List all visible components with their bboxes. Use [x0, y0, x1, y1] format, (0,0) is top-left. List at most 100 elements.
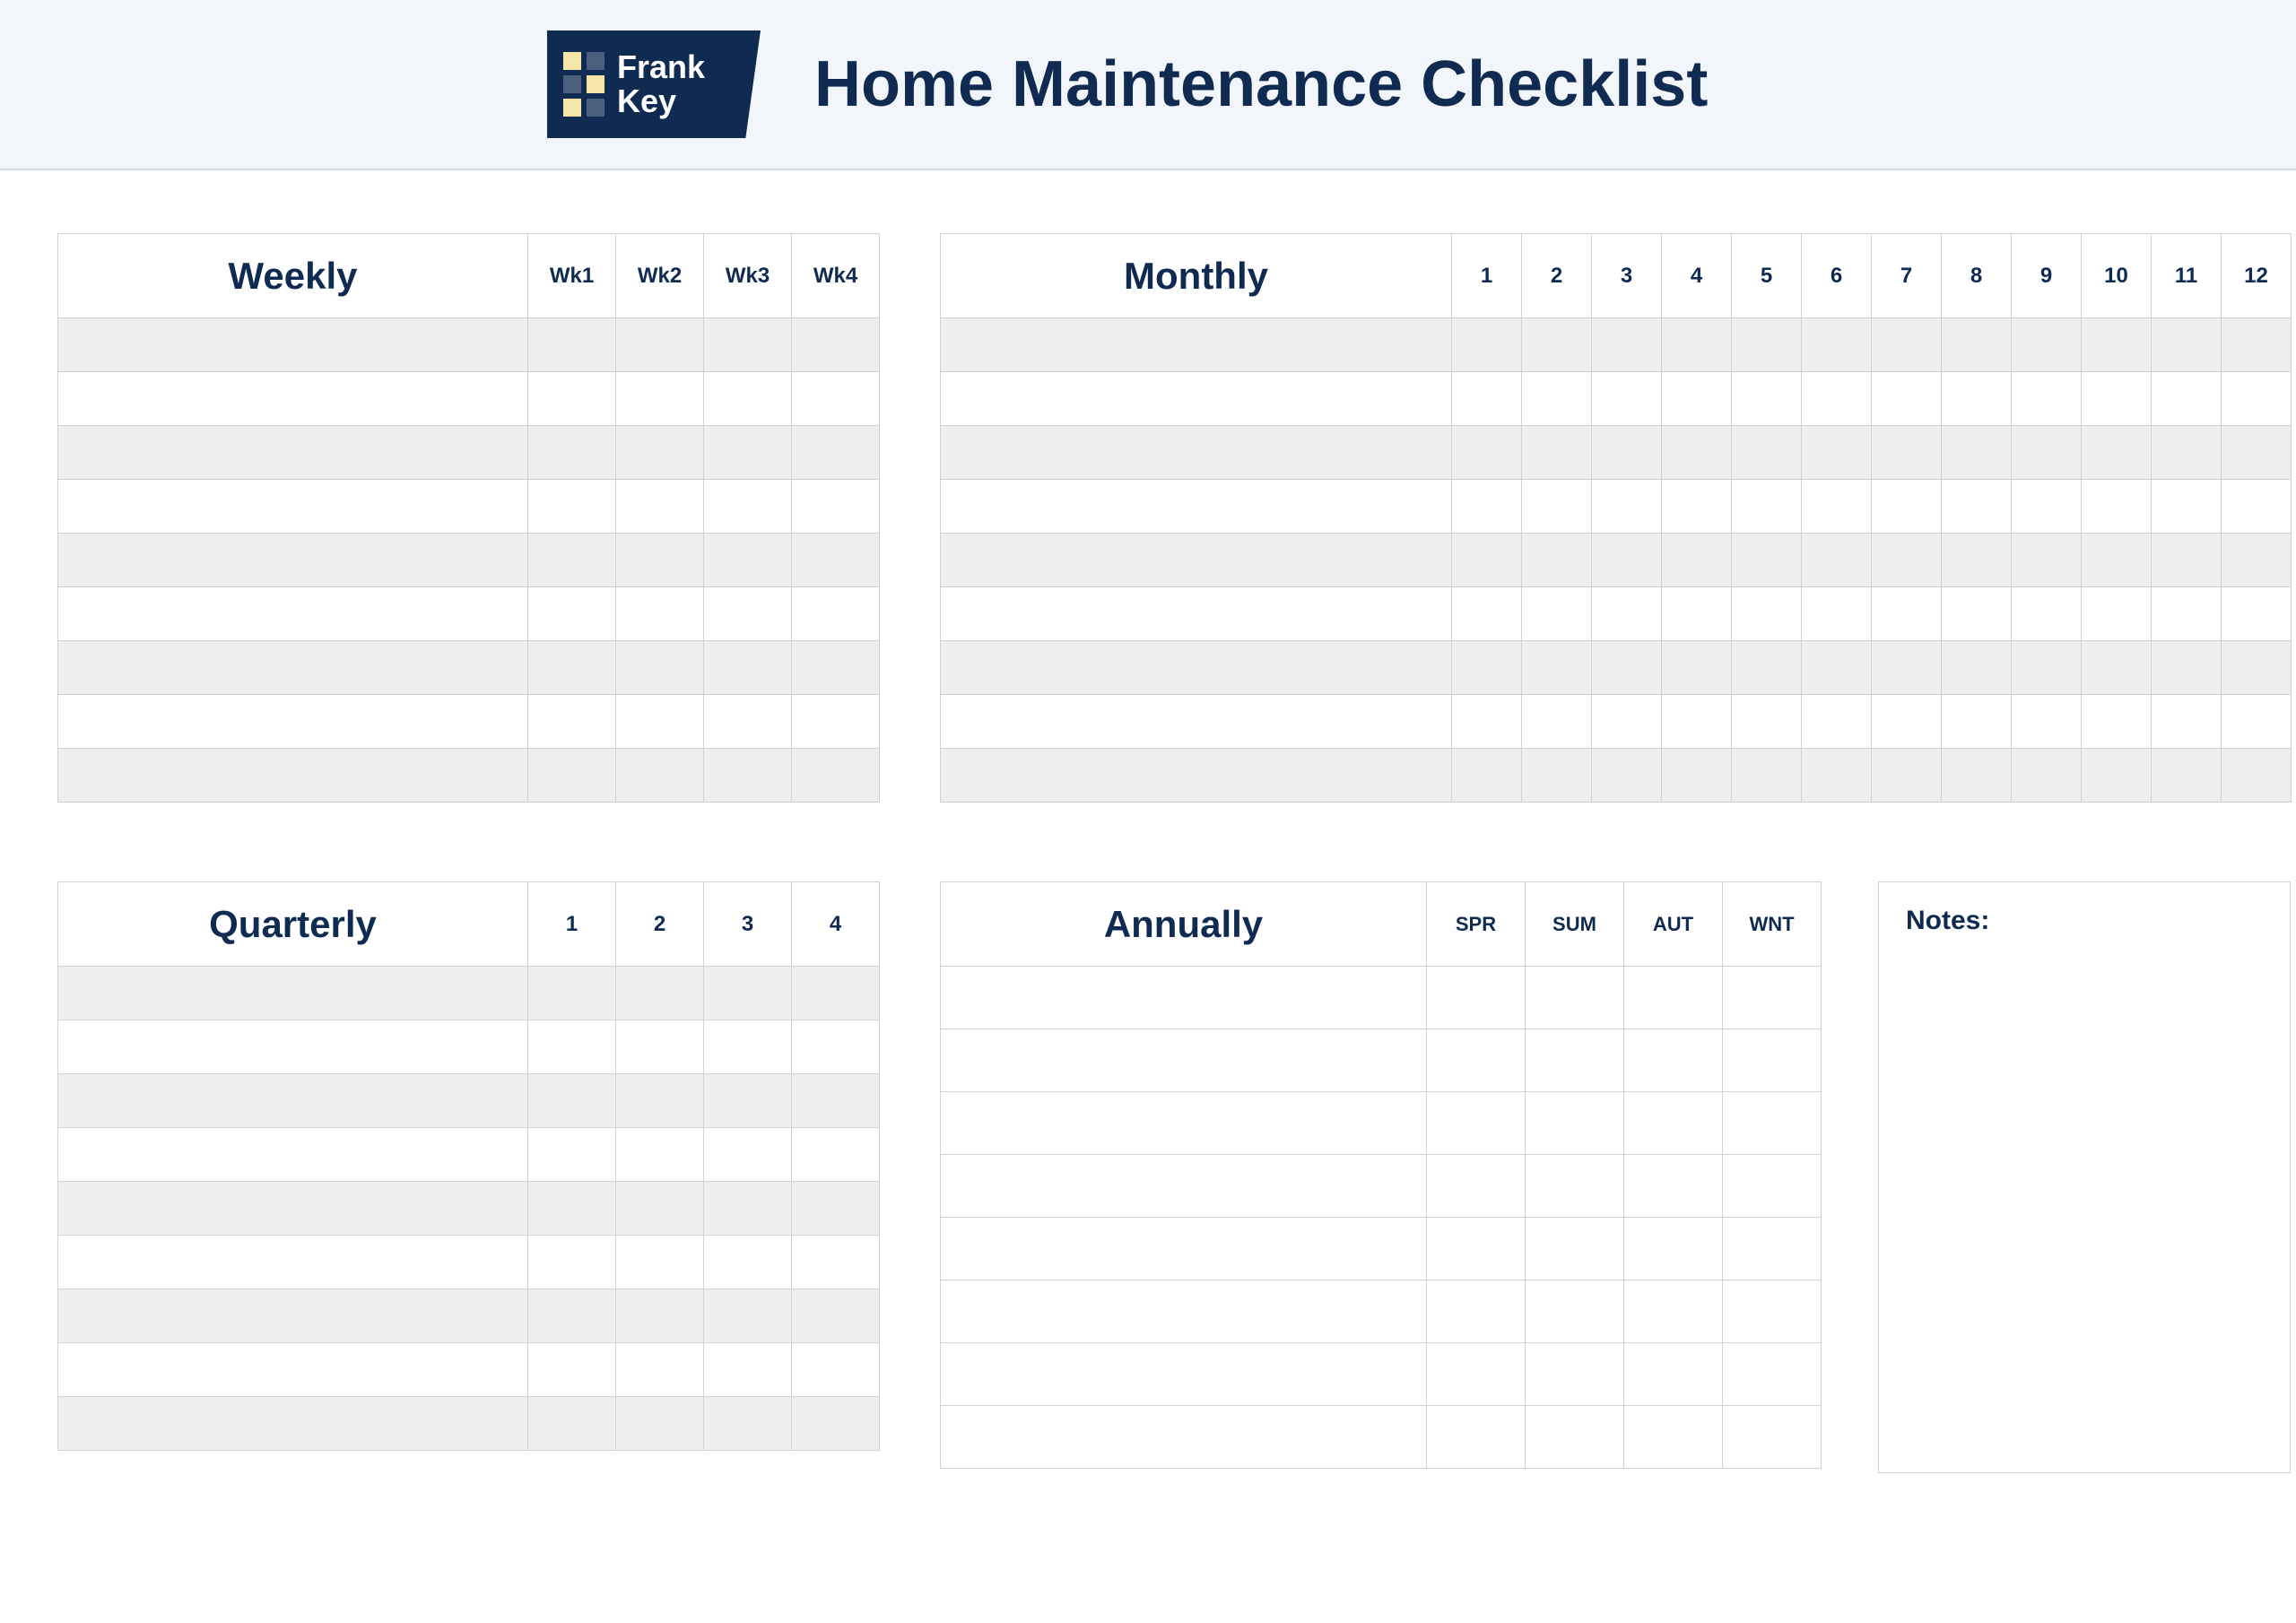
weekly-check-cell[interactable] — [704, 695, 792, 749]
weekly-check-cell[interactable] — [792, 695, 880, 749]
quarterly-check-cell[interactable] — [792, 1182, 880, 1236]
weekly-task-cell[interactable] — [58, 318, 528, 372]
monthly-check-cell[interactable] — [1662, 695, 1732, 749]
monthly-check-cell[interactable] — [1732, 426, 1802, 480]
monthly-check-cell[interactable] — [1942, 480, 2012, 534]
annually-check-cell[interactable] — [1526, 1029, 1624, 1092]
monthly-check-cell[interactable] — [1802, 426, 1872, 480]
monthly-check-cell[interactable] — [1592, 318, 1662, 372]
weekly-check-cell[interactable] — [792, 749, 880, 803]
annually-check-cell[interactable] — [1624, 1029, 1723, 1092]
monthly-check-cell[interactable] — [1802, 372, 1872, 426]
monthly-check-cell[interactable] — [1452, 372, 1522, 426]
monthly-check-cell[interactable] — [1802, 480, 1872, 534]
weekly-check-cell[interactable] — [704, 534, 792, 587]
quarterly-check-cell[interactable] — [704, 1289, 792, 1343]
quarterly-task-cell[interactable] — [58, 1289, 528, 1343]
monthly-task-cell[interactable] — [941, 426, 1452, 480]
monthly-check-cell[interactable] — [1452, 695, 1522, 749]
weekly-task-cell[interactable] — [58, 587, 528, 641]
monthly-check-cell[interactable] — [1732, 641, 1802, 695]
monthly-check-cell[interactable] — [2222, 534, 2292, 587]
monthly-check-cell[interactable] — [1592, 534, 1662, 587]
monthly-check-cell[interactable] — [2012, 318, 2082, 372]
monthly-check-cell[interactable] — [2222, 641, 2292, 695]
monthly-check-cell[interactable] — [1662, 587, 1732, 641]
monthly-check-cell[interactable] — [1872, 749, 1942, 803]
monthly-check-cell[interactable] — [2082, 749, 2152, 803]
quarterly-check-cell[interactable] — [704, 1236, 792, 1289]
monthly-check-cell[interactable] — [1732, 480, 1802, 534]
weekly-task-cell[interactable] — [58, 480, 528, 534]
monthly-check-cell[interactable] — [2082, 372, 2152, 426]
quarterly-check-cell[interactable] — [704, 967, 792, 1020]
weekly-check-cell[interactable] — [528, 426, 616, 480]
monthly-check-cell[interactable] — [1452, 480, 1522, 534]
annually-check-cell[interactable] — [1427, 1092, 1526, 1155]
monthly-check-cell[interactable] — [1592, 641, 1662, 695]
monthly-check-cell[interactable] — [2012, 426, 2082, 480]
quarterly-task-cell[interactable] — [58, 1128, 528, 1182]
monthly-check-cell[interactable] — [1802, 318, 1872, 372]
monthly-check-cell[interactable] — [1942, 318, 2012, 372]
monthly-check-cell[interactable] — [2012, 695, 2082, 749]
monthly-check-cell[interactable] — [1452, 641, 1522, 695]
monthly-check-cell[interactable] — [2152, 534, 2222, 587]
quarterly-check-cell[interactable] — [704, 1074, 792, 1128]
monthly-check-cell[interactable] — [2012, 480, 2082, 534]
monthly-check-cell[interactable] — [2082, 587, 2152, 641]
weekly-check-cell[interactable] — [616, 426, 704, 480]
monthly-check-cell[interactable] — [2012, 641, 2082, 695]
monthly-check-cell[interactable] — [1732, 695, 1802, 749]
weekly-check-cell[interactable] — [616, 587, 704, 641]
monthly-check-cell[interactable] — [1942, 641, 2012, 695]
monthly-task-cell[interactable] — [941, 695, 1452, 749]
annually-check-cell[interactable] — [1723, 1218, 1822, 1280]
quarterly-task-cell[interactable] — [58, 1074, 528, 1128]
monthly-check-cell[interactable] — [2082, 426, 2152, 480]
monthly-check-cell[interactable] — [2082, 318, 2152, 372]
quarterly-task-cell[interactable] — [58, 1020, 528, 1074]
monthly-check-cell[interactable] — [1522, 480, 1592, 534]
weekly-check-cell[interactable] — [704, 318, 792, 372]
monthly-task-cell[interactable] — [941, 749, 1452, 803]
weekly-check-cell[interactable] — [616, 480, 704, 534]
weekly-check-cell[interactable] — [704, 426, 792, 480]
annually-check-cell[interactable] — [1624, 967, 1723, 1029]
monthly-check-cell[interactable] — [2222, 372, 2292, 426]
quarterly-check-cell[interactable] — [704, 1020, 792, 1074]
weekly-check-cell[interactable] — [704, 749, 792, 803]
quarterly-check-cell[interactable] — [528, 967, 616, 1020]
monthly-check-cell[interactable] — [1732, 372, 1802, 426]
monthly-check-cell[interactable] — [1872, 372, 1942, 426]
quarterly-check-cell[interactable] — [616, 1343, 704, 1397]
quarterly-check-cell[interactable] — [528, 1128, 616, 1182]
quarterly-check-cell[interactable] — [616, 1074, 704, 1128]
annually-check-cell[interactable] — [1427, 1343, 1526, 1406]
quarterly-check-cell[interactable] — [792, 967, 880, 1020]
monthly-check-cell[interactable] — [1872, 587, 1942, 641]
monthly-check-cell[interactable] — [1662, 480, 1732, 534]
quarterly-check-cell[interactable] — [616, 1020, 704, 1074]
monthly-check-cell[interactable] — [2222, 480, 2292, 534]
annually-task-cell[interactable] — [941, 1406, 1427, 1469]
weekly-task-cell[interactable] — [58, 372, 528, 426]
quarterly-check-cell[interactable] — [616, 1182, 704, 1236]
monthly-check-cell[interactable] — [1662, 641, 1732, 695]
annually-check-cell[interactable] — [1427, 1029, 1526, 1092]
weekly-check-cell[interactable] — [616, 534, 704, 587]
annually-check-cell[interactable] — [1526, 1280, 1624, 1343]
quarterly-check-cell[interactable] — [528, 1182, 616, 1236]
monthly-check-cell[interactable] — [2152, 426, 2222, 480]
weekly-check-cell[interactable] — [704, 372, 792, 426]
quarterly-task-cell[interactable] — [58, 1343, 528, 1397]
quarterly-check-cell[interactable] — [792, 1128, 880, 1182]
monthly-check-cell[interactable] — [2152, 480, 2222, 534]
weekly-check-cell[interactable] — [616, 318, 704, 372]
weekly-check-cell[interactable] — [616, 695, 704, 749]
quarterly-check-cell[interactable] — [792, 1397, 880, 1451]
monthly-check-cell[interactable] — [1592, 480, 1662, 534]
weekly-check-cell[interactable] — [616, 749, 704, 803]
weekly-check-cell[interactable] — [792, 534, 880, 587]
monthly-check-cell[interactable] — [2152, 695, 2222, 749]
